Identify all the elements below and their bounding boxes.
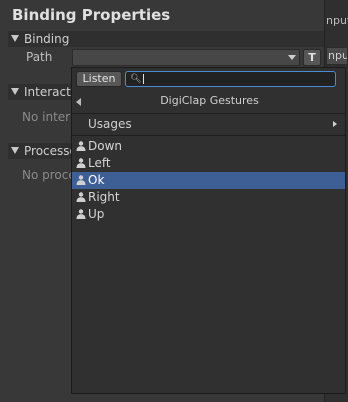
right-panel-field[interactable]: nput [326, 47, 348, 65]
person-icon [76, 192, 86, 202]
text-mode-button[interactable]: T [303, 49, 321, 66]
listen-button[interactable]: Listen [76, 71, 122, 87]
person-icon [76, 175, 86, 185]
right-panel-tab[interactable]: nput [326, 14, 348, 27]
dropdown-arrow-icon[interactable] [288, 55, 296, 60]
usages-label: Usages [88, 117, 132, 131]
text-caret [143, 74, 144, 84]
no-interactions-text: No inter [22, 110, 71, 124]
list-item[interactable]: Left [72, 155, 345, 172]
panel-title: Binding Properties [12, 6, 171, 24]
path-label: Path [26, 50, 53, 64]
popup-header-title: DigiClap Gestures [160, 94, 259, 107]
list-item[interactable]: Up [72, 206, 345, 223]
no-processors-text: No proce [22, 168, 76, 182]
list-item[interactable]: Ok [72, 172, 345, 189]
collapse-triangle-icon[interactable] [11, 147, 19, 154]
list-item-label: Down [88, 139, 123, 153]
person-icon [76, 209, 86, 219]
person-icon [76, 141, 86, 151]
list-item-label: Up [88, 207, 105, 221]
search-input[interactable]: 🔍︎ [125, 71, 336, 87]
chevron-right-icon [333, 121, 337, 127]
divider [72, 135, 345, 136]
divider [72, 113, 345, 114]
usages-category[interactable]: Usages [72, 116, 345, 134]
section-binding-label: Binding [24, 32, 70, 46]
binding-path-picker-popup: Listen 🔍︎ DigiClap Gestures Usages Down L… [71, 67, 346, 394]
section-binding[interactable]: Binding [8, 31, 324, 47]
list-item-label: Left [88, 156, 111, 170]
list-item[interactable]: Down [72, 138, 345, 155]
search-icon: 🔍︎ [130, 74, 142, 84]
section-processors-label: Processo [24, 144, 77, 158]
list-item-label: Ok [88, 173, 105, 187]
list-item[interactable]: Right [72, 189, 345, 206]
collapse-triangle-icon[interactable] [11, 88, 19, 95]
path-dropdown[interactable] [72, 49, 300, 66]
collapse-triangle-icon[interactable] [11, 35, 19, 42]
person-icon [76, 158, 86, 168]
list-item-label: Right [88, 190, 120, 204]
